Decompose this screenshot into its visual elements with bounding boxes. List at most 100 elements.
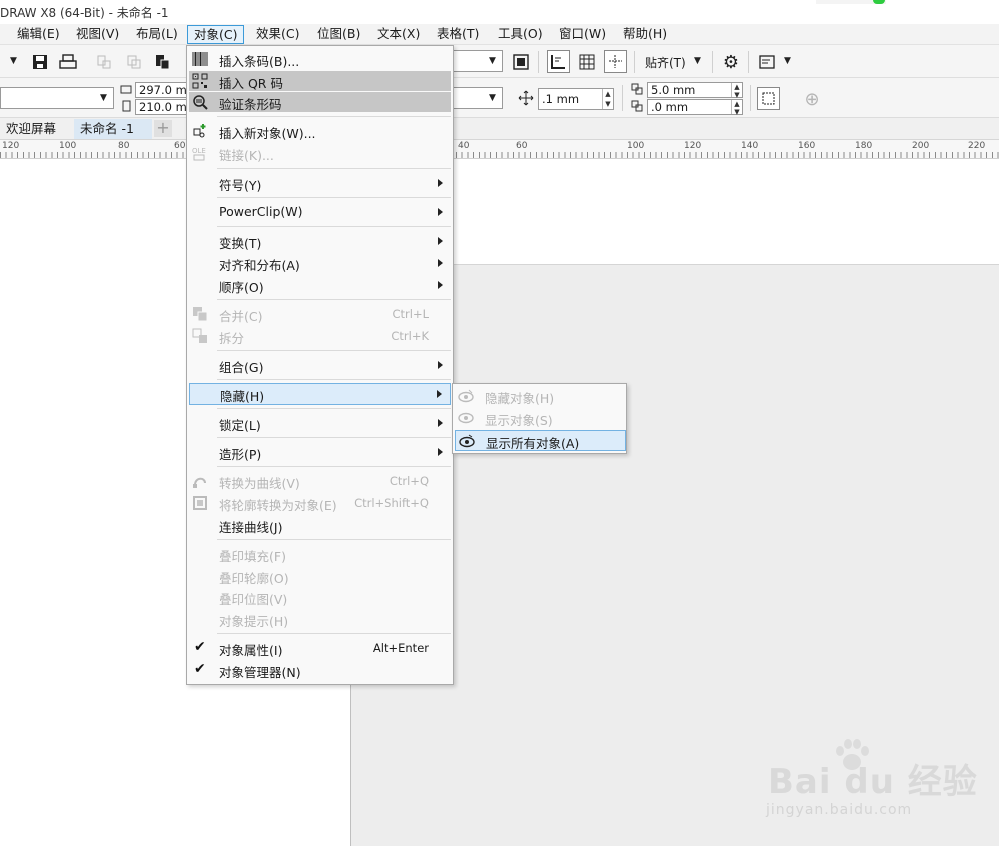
menu-edit[interactable]: 编辑(E)	[11, 25, 66, 44]
tab-untitled-1[interactable]: 未命名 -1	[74, 119, 152, 139]
menu-combine[interactable]: 合并(C) Ctrl+L	[189, 304, 451, 324]
page-width-icon	[119, 82, 133, 96]
horizontal-ruler[interactable]: 120 100 80 60 40 60 100 120 140 160 180 …	[0, 140, 999, 159]
menu-separator	[217, 408, 451, 409]
duplicate-x-field[interactable]: 5.0 mm	[647, 82, 743, 98]
grid-icon[interactable]	[577, 52, 597, 72]
document-tabs: 欢迎屏幕 未命名 -1 +	[0, 118, 999, 140]
combine-icon	[191, 305, 209, 323]
insert-object-icon	[191, 122, 209, 140]
menu-convert-to-curves[interactable]: 转换为曲线(V) Ctrl+Q	[189, 471, 451, 491]
menu-powerclip[interactable]: PowerClip(W)	[189, 202, 451, 222]
menu-group[interactable]: 组合(G)	[189, 355, 451, 375]
guidelines-icon[interactable]	[604, 50, 627, 73]
full-screen-icon[interactable]	[511, 52, 531, 72]
menu-layout[interactable]: 布局(L)	[130, 25, 184, 44]
standard-toolbar: ▼ ▼ 贴齐(T) ▼ ⚙ ▼	[0, 45, 999, 78]
title-bar: DRAW X8 (64-Bit) - 未命名 -1	[0, 0, 999, 24]
ruler-label: 220	[968, 141, 986, 151]
show-all-eye-icon	[458, 432, 476, 450]
toolbar-divider	[712, 51, 713, 73]
submenu-arrow-icon	[437, 390, 442, 398]
add-icon[interactable]: ⊕	[801, 88, 823, 110]
menu-align-distribute[interactable]: 对齐和分布(A)	[189, 253, 451, 273]
new-tab-button[interactable]: +	[154, 120, 172, 137]
svg-text:OLE: OLE	[192, 147, 206, 155]
treat-as-filled-icon[interactable]	[757, 87, 780, 110]
toolbar-divider	[634, 51, 635, 73]
menu-transform[interactable]: 变换(T)	[189, 231, 451, 251]
snap-to-menu[interactable]: 贴齐(T)	[645, 54, 686, 71]
menu-overprint-fill[interactable]: 叠印填充(F)	[189, 544, 451, 564]
rulers-icon[interactable]	[547, 50, 570, 73]
outline-object-icon	[191, 494, 209, 512]
save-icon[interactable]	[30, 52, 50, 72]
copy-icon[interactable]	[124, 52, 144, 72]
window-title: DRAW X8 (64-Bit) - 未命名 -1	[0, 6, 169, 20]
menu-bar: 编辑(E) 视图(V) 布局(L) 对象(C) 效果(C) 位图(B) 文本(X…	[0, 24, 999, 45]
menu-object[interactable]: 对象(C)	[187, 25, 245, 44]
menu-insert-new-object[interactable]: 插入新对象(W)...	[189, 121, 451, 141]
ruler-label: 120	[2, 141, 20, 151]
import-icon[interactable]	[94, 52, 114, 72]
print-icon[interactable]	[58, 52, 78, 72]
menu-order[interactable]: 顺序(O)	[189, 275, 451, 295]
duplicate-y-spinner[interactable]: ▲ ▼	[731, 100, 742, 116]
menu-text[interactable]: 文本(X)	[371, 25, 426, 44]
menu-hide[interactable]: 隐藏(H)	[189, 383, 451, 405]
menu-shaping[interactable]: 造形(P)	[189, 442, 451, 462]
menu-lock[interactable]: 锁定(L)	[189, 413, 451, 433]
menu-insert-barcode[interactable]: 插入条码(B)...	[189, 49, 451, 69]
menu-tools[interactable]: 工具(O)	[492, 25, 549, 44]
menu-overprint-outline[interactable]: 叠印轮廓(O)	[189, 566, 451, 586]
submenu-arrow-icon	[438, 419, 443, 427]
menu-break-apart[interactable]: 拆分 Ctrl+K	[189, 326, 451, 346]
gear-icon[interactable]: ⚙	[721, 52, 741, 73]
page-size-dropdown[interactable]	[0, 87, 114, 109]
menu-outline-to-object[interactable]: 将轮廓转换为对象(E) Ctrl+Shift+Q	[189, 493, 451, 513]
menu-overprint-bitmap[interactable]: 叠印位图(V)	[189, 587, 451, 607]
chevron-down-icon[interactable]: ▼	[489, 56, 496, 66]
chevron-down-icon[interactable]: ▼	[489, 93, 496, 103]
chevron-down-icon[interactable]: ▼	[10, 56, 17, 66]
page-width-field[interactable]: 297.0 mm	[135, 82, 191, 98]
chevron-down-icon[interactable]: ▼	[100, 93, 107, 103]
baidu-watermark: Bai du 经验 jingyan.baidu.com	[760, 739, 977, 830]
menu-view[interactable]: 视图(V)	[70, 25, 125, 44]
menu-bitmaps[interactable]: 位图(B)	[311, 25, 366, 44]
menu-insert-qr-code[interactable]: 插入 QR 码	[189, 71, 451, 91]
menu-table[interactable]: 表格(T)	[431, 25, 485, 44]
submenu-arrow-icon	[438, 179, 443, 187]
duplicate-y-field[interactable]: .0 mm	[647, 99, 743, 115]
duplicate-x-spinner[interactable]: ▲ ▼	[731, 83, 742, 99]
submenu-show-object[interactable]: 显示对象(S)	[455, 408, 626, 428]
menu-validate-barcode[interactable]: 验证条形码	[189, 92, 451, 112]
nudge-spinner[interactable]: ▲ ▼	[602, 89, 613, 109]
paste-icon[interactable]	[152, 52, 172, 72]
qr-code-icon	[191, 72, 209, 90]
application-launcher-icon[interactable]	[757, 52, 777, 72]
page-height-field[interactable]: 210.0 mm	[135, 99, 191, 115]
menu-object-properties[interactable]: ✔ 对象属性(I) Alt+Enter	[189, 638, 451, 658]
menu-effects[interactable]: 效果(C)	[250, 25, 305, 44]
chevron-down-icon[interactable]: ▼	[694, 56, 701, 66]
menu-separator	[217, 633, 451, 634]
menu-separator	[217, 197, 451, 198]
menu-separator	[217, 226, 451, 227]
menu-object-hints[interactable]: 对象提示(H)	[189, 609, 451, 629]
menu-separator	[217, 168, 451, 169]
submenu-show-all-objects[interactable]: 显示所有对象(A)	[455, 430, 626, 451]
menu-join-curves[interactable]: 连接曲线(J)	[189, 515, 451, 535]
chevron-down-icon[interactable]: ▼	[784, 56, 791, 66]
ruler-ticks	[0, 152, 999, 158]
tab-welcome-screen[interactable]: 欢迎屏幕	[0, 119, 62, 139]
checkmark-icon: ✔	[194, 661, 206, 677]
menu-object-manager[interactable]: ✔ 对象管理器(N)	[189, 660, 451, 680]
menu-links[interactable]: OLE 链接(K)...	[189, 143, 451, 163]
menu-window[interactable]: 窗口(W)	[553, 25, 612, 44]
menu-help[interactable]: 帮助(H)	[617, 25, 673, 44]
submenu-hide-object[interactable]: 隐藏对象(H)	[455, 386, 626, 406]
menu-symbol[interactable]: 符号(Y)	[189, 173, 451, 193]
submenu-arrow-icon	[438, 259, 443, 267]
submenu-arrow-icon	[438, 208, 443, 216]
